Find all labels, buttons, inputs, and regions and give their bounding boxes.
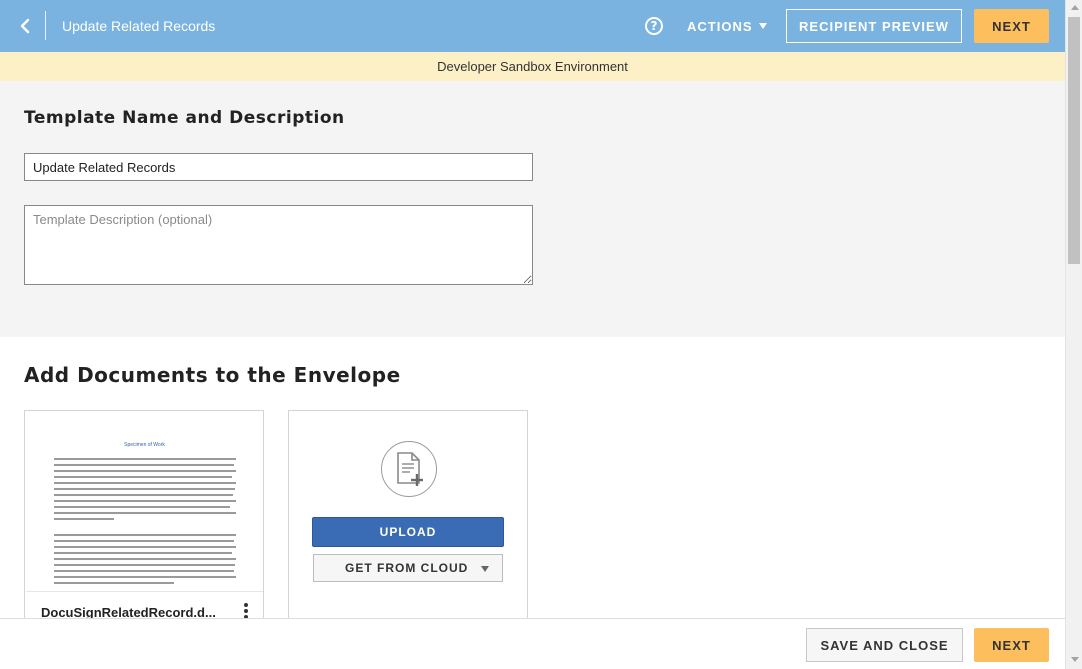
add-document-icon [381, 441, 437, 497]
header-divider [45, 11, 46, 40]
upload-card: UPLOAD GET FROM CLOUD [288, 410, 528, 630]
get-from-cloud-label: GET FROM CLOUD [345, 561, 469, 575]
header-bar: Update Related Records ? ACTIONS RECIPIE… [0, 0, 1065, 52]
get-from-cloud-button[interactable]: GET FROM CLOUD [313, 554, 503, 582]
page: Update Related Records ? ACTIONS RECIPIE… [0, 0, 1082, 669]
thumbnail-title: Specimen of Work [124, 442, 165, 448]
scrollbar-thumb[interactable] [1068, 17, 1080, 264]
caret-down-icon [758, 23, 767, 29]
scroll-up-arrow-icon[interactable] [1071, 5, 1079, 10]
caret-down-icon [481, 566, 489, 572]
actions-menu[interactable]: ACTIONS [687, 19, 767, 34]
next-button-bottom[interactable]: NEXT [974, 628, 1049, 662]
actions-label: ACTIONS [687, 19, 753, 34]
scroll-down-arrow-icon[interactable] [1071, 657, 1079, 662]
scrollbar[interactable] [1065, 0, 1082, 669]
footer-bar: SAVE AND CLOSE NEXT [0, 618, 1065, 669]
save-and-close-button[interactable]: SAVE AND CLOSE [806, 628, 963, 662]
template-section: Template Name and Description [0, 81, 1065, 337]
next-button-top[interactable]: NEXT [974, 9, 1049, 43]
template-description-input[interactable] [24, 205, 533, 285]
recipient-preview-button[interactable]: RECIPIENT PREVIEW [786, 9, 962, 43]
document-thumbnail[interactable]: Specimen of Work [26, 412, 263, 592]
help-icon[interactable]: ? [645, 17, 663, 35]
sandbox-banner: Developer Sandbox Environment [0, 52, 1065, 81]
back-button[interactable] [10, 11, 40, 41]
upload-button[interactable]: UPLOAD [312, 517, 504, 547]
documents-heading: Add Documents to the Envelope [24, 363, 401, 387]
document-card[interactable]: Specimen of Work DocuSignRelatedRecord.d… [24, 410, 264, 630]
template-name-input[interactable] [24, 153, 533, 181]
template-heading: Template Name and Description [24, 108, 345, 128]
chevron-left-icon [20, 18, 30, 34]
page-title: Update Related Records [62, 18, 216, 34]
